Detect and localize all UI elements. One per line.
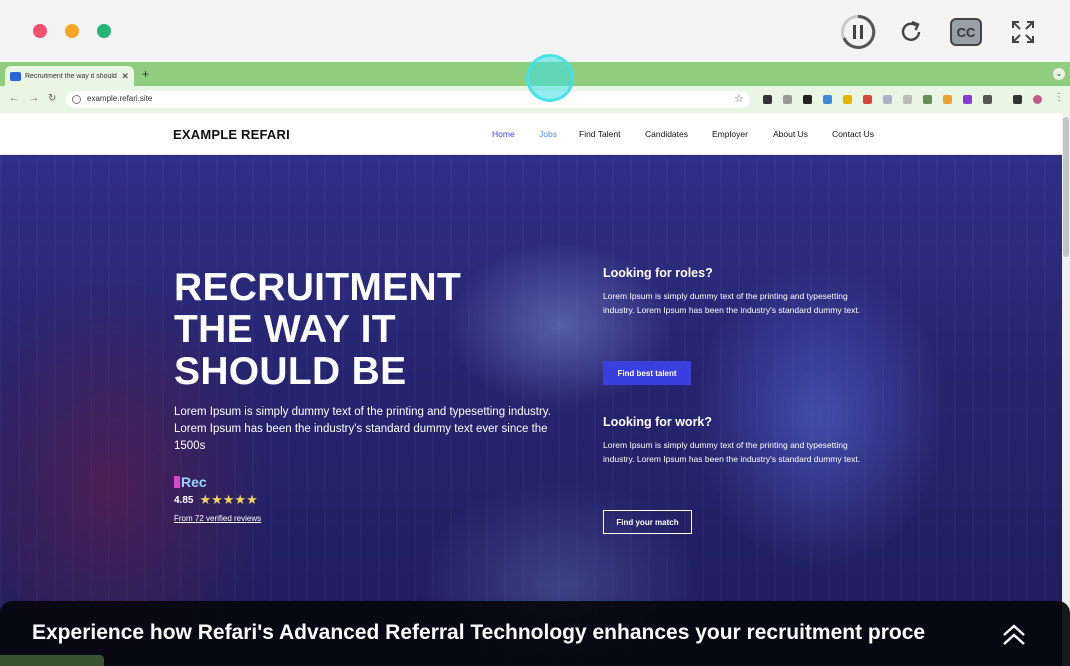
find-best-talent-button[interactable]: Find best talent — [603, 361, 691, 385]
window-minimize-dot[interactable] — [65, 24, 79, 38]
rating-stars-icon: ★★★★★ — [199, 492, 258, 507]
extension-compass-icon[interactable] — [883, 95, 892, 104]
window-close-dot[interactable] — [33, 24, 47, 38]
browser-tab[interactable]: Recruitment the way it should ✕ — [5, 66, 134, 86]
caption-bar: Experience how Refari's Advanced Referra… — [0, 601, 1070, 666]
extension-f-icon[interactable] — [803, 95, 812, 104]
replay-icon — [901, 20, 921, 41]
hero-section: RECRUITMENT THE WAY IT SHOULD BE Lorem I… — [0, 155, 1062, 666]
captions-button[interactable]: CC — [948, 14, 984, 50]
pause-icon — [841, 14, 876, 49]
work-body: Lorem Ipsum is simply dummy text of the … — [603, 440, 861, 464]
pause-button[interactable] — [840, 14, 876, 50]
hero-title-line: THE WAY IT — [174, 308, 396, 351]
address-bar[interactable]: example.refari.site ☆ — [66, 91, 750, 108]
extension-grid-icon[interactable] — [783, 95, 792, 104]
fullscreen-button[interactable] — [1005, 14, 1041, 50]
tab-favicon-icon — [10, 71, 21, 81]
profile-avatar-icon[interactable] — [1033, 95, 1042, 104]
site-header: EXAMPLE REFARI Home Jobs Find Talent Can… — [0, 113, 1062, 155]
caption-text: Experience how Refari's Advanced Referra… — [32, 621, 926, 644]
find-your-match-button[interactable]: Find your match — [603, 510, 692, 534]
forward-arrow-icon[interactable]: → — [29, 93, 39, 104]
nav-candidates[interactable]: Candidates — [645, 129, 688, 139]
new-tab-icon[interactable]: + — [142, 67, 149, 81]
work-title: Looking for work? — [603, 415, 713, 429]
window-maximize-dot[interactable] — [97, 24, 111, 38]
nav-contact-us[interactable]: Contact Us — [832, 129, 874, 139]
roles-body: Lorem Ipsum is simply dummy text of the … — [603, 291, 861, 315]
fullscreen-icon — [1012, 21, 1034, 43]
rec-logo-text: Rec — [181, 474, 207, 490]
player-top-bar: CC — [0, 0, 1070, 62]
roles-block: Looking for roles? Lorem Ipsum is simply… — [603, 266, 863, 317]
click-highlight-ring — [526, 54, 574, 102]
extension-camera-icon[interactable] — [903, 95, 912, 104]
rating-value: 4.85 — [174, 494, 194, 506]
browser-window: Recruitment the way it should ✕ + ⌄ ← → … — [0, 62, 1070, 666]
nav-find-talent[interactable]: Find Talent — [579, 129, 620, 139]
extension-purple-icon[interactable] — [963, 95, 972, 104]
back-arrow-icon[interactable]: ← — [9, 93, 19, 104]
bookmark-star-icon[interactable]: ☆ — [734, 92, 744, 105]
site-brand[interactable]: EXAMPLE REFARI — [173, 127, 290, 142]
rec-logo-mark-icon — [174, 476, 180, 488]
cc-label: CC — [950, 18, 982, 46]
extension-chrome-icon[interactable] — [863, 95, 872, 104]
hero-title: RECRUITMENT THE WAY IT SHOULD BE — [174, 267, 461, 393]
nav-employer[interactable]: Employer — [712, 129, 748, 139]
status-url-pill — [0, 655, 104, 666]
nav-about-us[interactable]: About Us — [773, 129, 808, 139]
page-scrollbar[interactable] — [1062, 113, 1070, 666]
hero-description: Lorem Ipsum is simply dummy text of the … — [174, 406, 551, 452]
chevron-up-icon[interactable] — [1001, 622, 1027, 646]
roles-title: Looking for roles? — [603, 266, 713, 280]
tab-close-icon[interactable]: ✕ — [121, 71, 129, 82]
rating: 4.85 ★★★★★ — [174, 492, 258, 508]
extensions-puzzle-icon[interactable] — [983, 95, 992, 104]
replay-button[interactable] — [893, 14, 929, 50]
reload-icon[interactable]: ↻ — [48, 93, 56, 104]
browser-menu-icon[interactable]: ⋮ — [1054, 92, 1064, 103]
extension-blue-icon[interactable] — [823, 95, 832, 104]
extension-orange-icon[interactable] — [943, 95, 952, 104]
extension-figure-icon[interactable] — [923, 95, 932, 104]
hero-title-line: SHOULD BE — [174, 350, 407, 393]
extension-pen-icon[interactable] — [763, 95, 772, 104]
rec-logo: Rec — [174, 474, 207, 490]
extension-yellow-icon[interactable] — [843, 95, 852, 104]
side-panel-icon[interactable] — [1013, 95, 1022, 104]
hero-title-line: RECRUITMENT — [174, 266, 462, 309]
tab-search-icon[interactable]: ⌄ — [1053, 68, 1065, 80]
tab-title: Recruitment the way it should — [25, 72, 117, 80]
nav-home[interactable]: Home — [492, 129, 515, 139]
nav-jobs[interactable]: Jobs — [539, 129, 557, 139]
address-url: example.refari.site — [87, 94, 153, 103]
scrollbar-thumb[interactable] — [1063, 117, 1069, 257]
work-block: Looking for work? Lorem Ipsum is simply … — [603, 415, 863, 466]
site-info-icon[interactable] — [72, 95, 81, 104]
verified-reviews-link[interactable]: From 72 verified reviews — [174, 514, 261, 523]
